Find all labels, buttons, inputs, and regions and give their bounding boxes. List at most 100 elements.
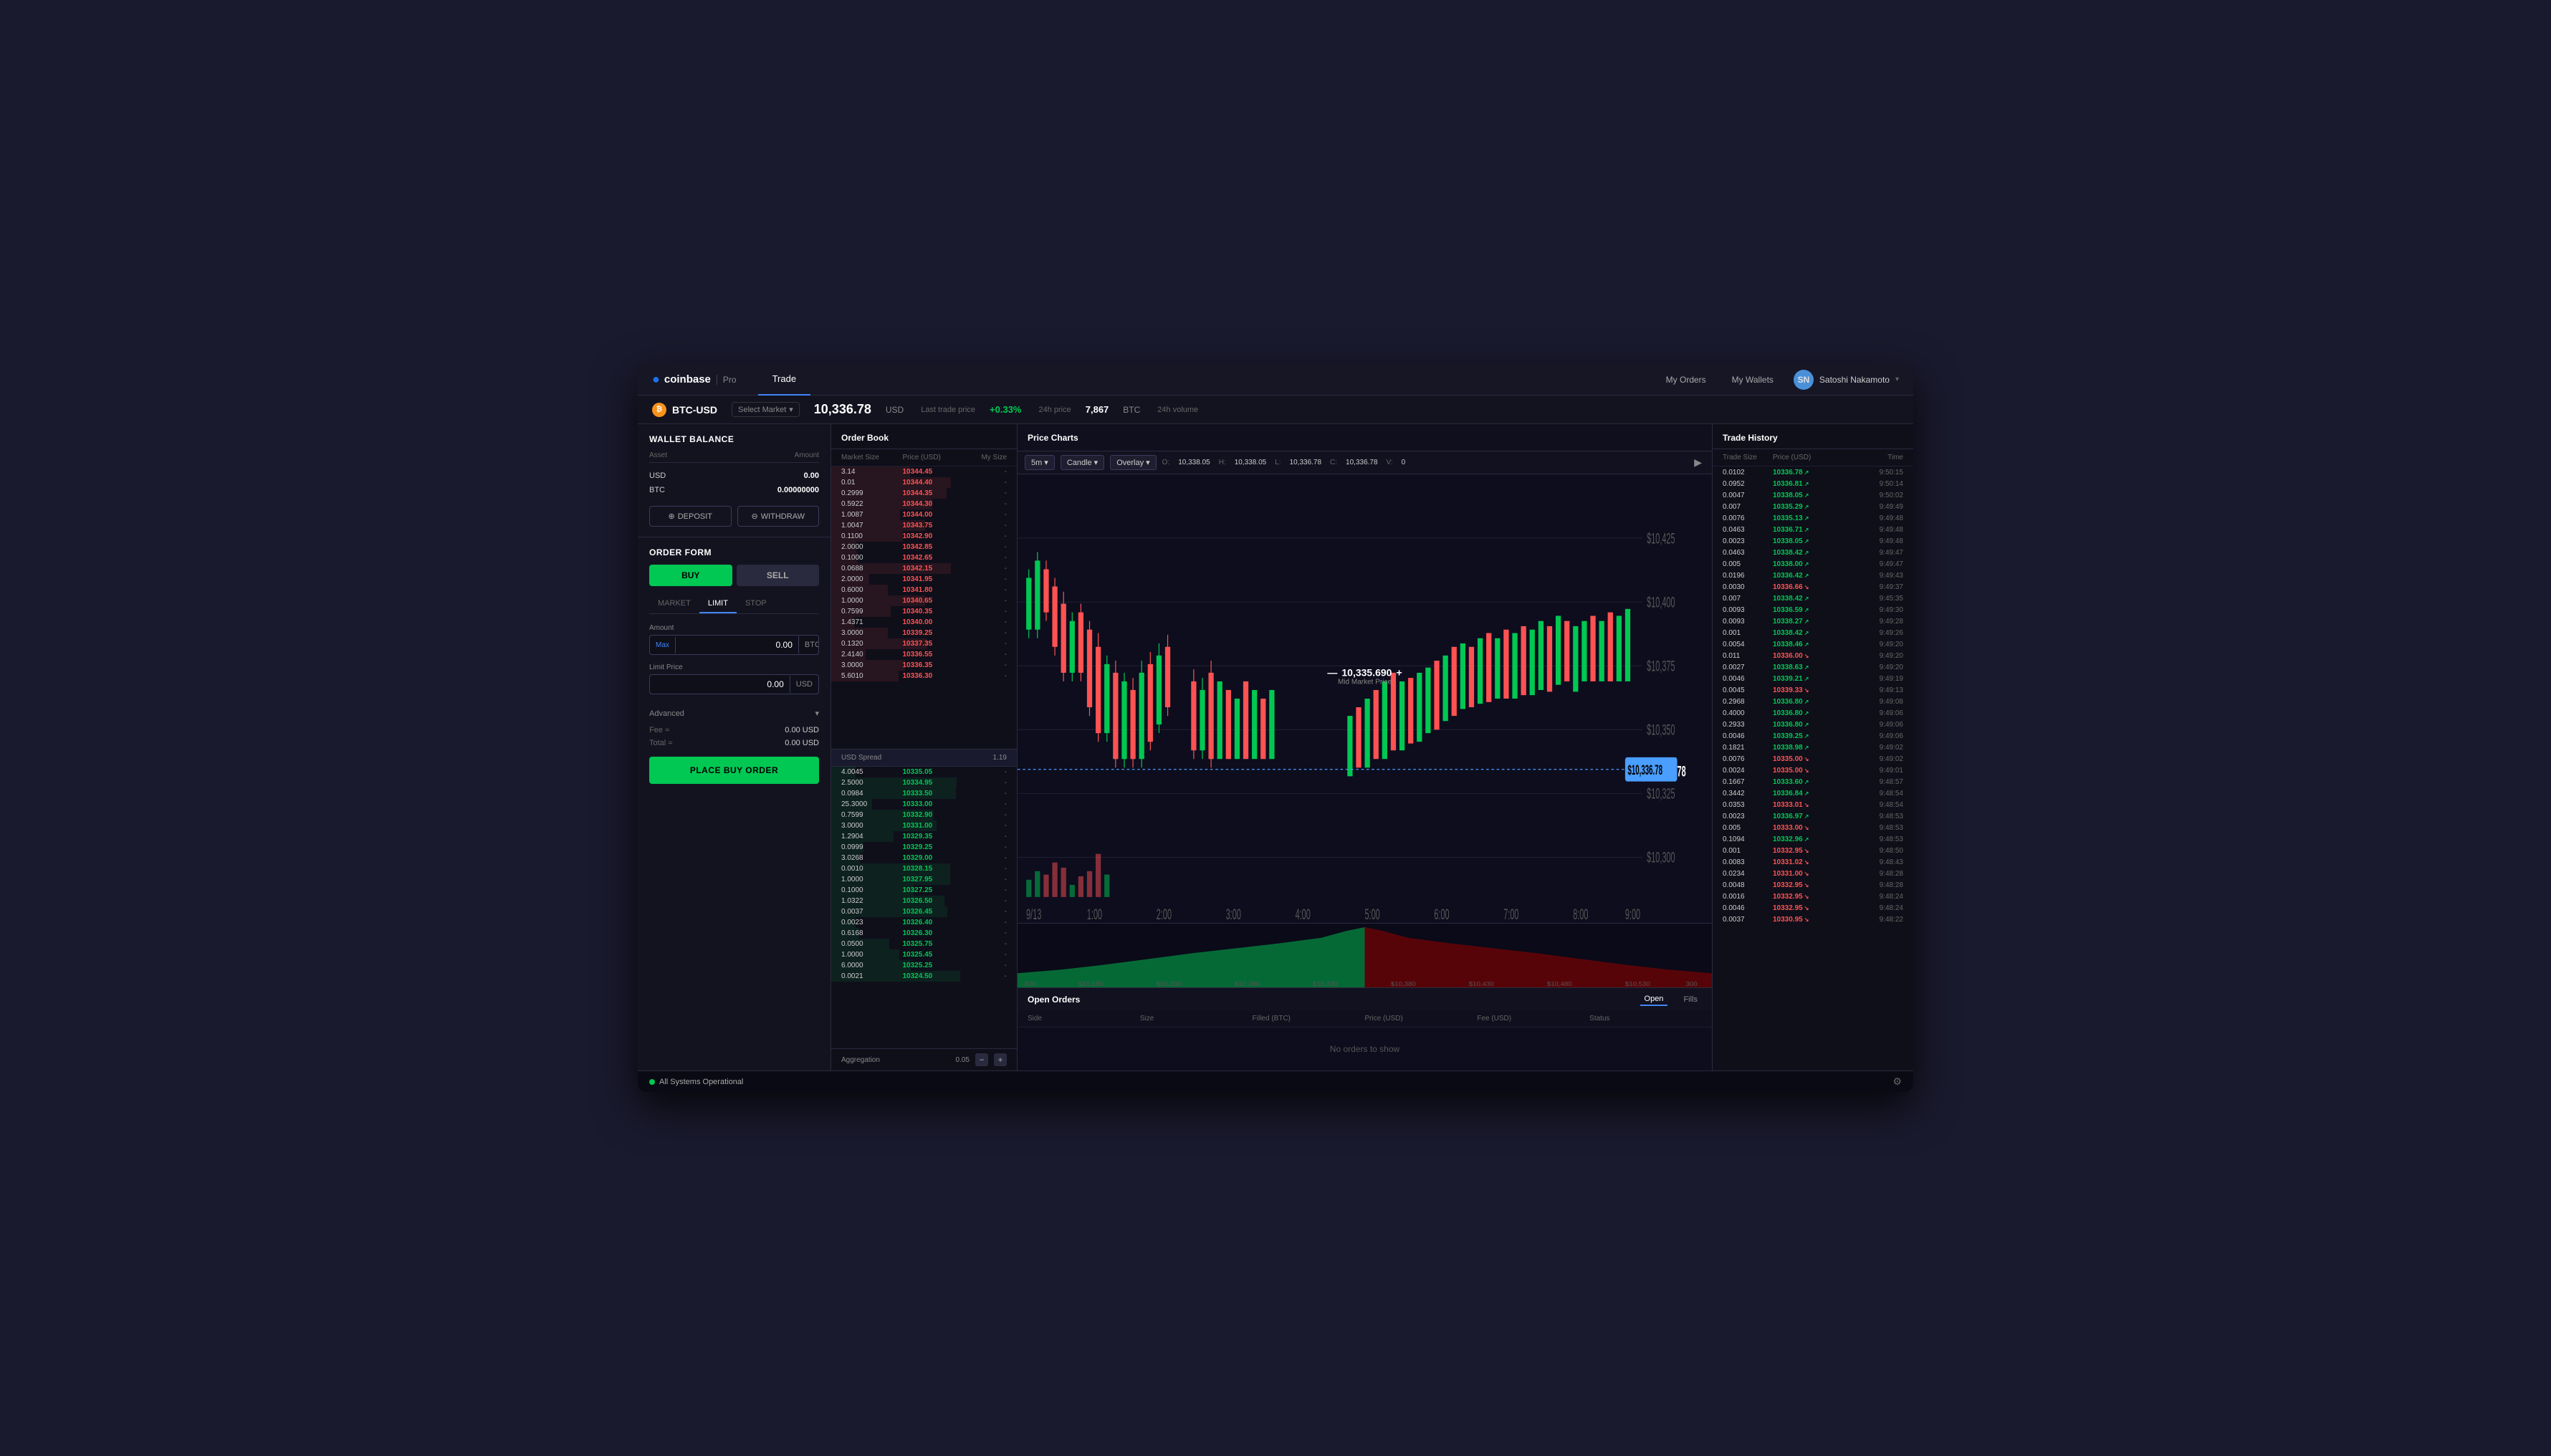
chart-type-button[interactable]: Candle ▾ — [1061, 455, 1104, 470]
order-book-bid-row: 1.2904 10329.35 - — [831, 831, 1017, 842]
balance-row-btc: BTC 0.00000000 — [649, 483, 819, 497]
chart-expand-button[interactable]: ▶ — [1691, 456, 1705, 469]
trade-history-row: 0.0023 10336.97 ↗ 9:48:53 — [1713, 810, 1913, 822]
user-menu[interactable]: SN Satoshi Nakamoto ▾ — [1794, 370, 1899, 390]
svg-text:$10,180: $10,180 — [1078, 981, 1104, 987]
agg-decrease-button[interactable]: − — [975, 1053, 988, 1066]
open-orders-empty: No orders to show — [1018, 1028, 1712, 1071]
svg-text:$10,480: $10,480 — [1547, 981, 1572, 987]
order-book-bids: 4.0045 10335.05 - 2.5000 10334.95 - 0.09… — [831, 767, 1017, 1049]
order-book-ask-row: 2.0000 10342.85 - — [831, 542, 1017, 552]
tab-stop[interactable]: STOP — [737, 595, 775, 613]
max-label[interactable]: Max — [650, 637, 676, 653]
left-panel: Wallet Balance Asset Amount USD 0.00 BTC… — [638, 424, 831, 1071]
order-book-title: Order Book — [841, 433, 1007, 443]
trade-history-row: 0.005 10338.00 ↗ 9:49:47 — [1713, 558, 1913, 570]
col-price: Price (USD) — [1364, 1015, 1477, 1022]
tab-market[interactable]: MARKET — [649, 595, 699, 613]
timeframe-button[interactable]: 5m ▾ — [1025, 455, 1055, 470]
trade-history-row: 0.0076 10335.00 ↘ 9:49:02 — [1713, 753, 1913, 765]
order-book-ask-row: 0.0688 10342.15 - — [831, 563, 1017, 574]
select-market-button[interactable]: Select Market ▾ — [732, 402, 800, 417]
plus-icon: ⊕ — [668, 512, 674, 521]
place-order-button[interactable]: PLACE BUY ORDER — [649, 757, 819, 784]
nav-tab-trade[interactable]: Trade — [758, 364, 810, 396]
svg-text:2:00: 2:00 — [1157, 905, 1172, 923]
trade-history-row: 0.2968 10336.80 ↗ 9:49:08 — [1713, 696, 1913, 707]
buy-sell-tabs: BUY SELL — [649, 565, 819, 586]
amount-group: Amount Max BTC — [649, 624, 819, 655]
overlay-button[interactable]: Overlay ▾ — [1110, 455, 1156, 470]
order-book-bid-row: 0.0500 10325.75 - — [831, 939, 1017, 949]
open-orders-header: Side Size Filled (BTC) Price (USD) Fee (… — [1018, 1010, 1712, 1028]
chevron-down-icon: ▾ — [1094, 458, 1099, 467]
chevron-down-icon: ▾ — [789, 405, 793, 414]
order-book-header: Order Book — [831, 424, 1017, 449]
buy-button[interactable]: BUY — [649, 565, 732, 586]
svg-text:$10,336.78: $10,336.78 — [1628, 763, 1662, 778]
order-book-ask-row: 0.2999 10344.35 - — [831, 488, 1017, 499]
amount-btc: 0.00000000 — [777, 486, 819, 494]
volume-currency: BTC — [1123, 405, 1140, 415]
balance-header: Asset Amount — [649, 451, 819, 463]
trade-history-row: 0.0030 10336.66 ↘ 9:49:37 — [1713, 581, 1913, 593]
col-fee: Fee (USD) — [1477, 1015, 1589, 1022]
order-book-bid-row: 0.1000 10327.25 - — [831, 885, 1017, 896]
svg-text:3:00: 3:00 — [1226, 905, 1241, 923]
nav-right: My Orders My Wallets SN Satoshi Nakamoto… — [1660, 370, 1899, 390]
wallet-balance-section: Wallet Balance Asset Amount USD 0.00 BTC… — [638, 424, 831, 537]
spread-value: 1.19 — [993, 754, 1007, 762]
fee-row: Fee ≈ 0.00 USD — [649, 724, 819, 737]
order-book-bid-row: 1.0000 10325.45 - — [831, 949, 1017, 960]
my-wallets-link[interactable]: My Wallets — [1726, 372, 1779, 388]
order-book-bid-row: 25.3000 10333.00 - — [831, 799, 1017, 810]
tab-fills[interactable]: Fills — [1679, 994, 1702, 1005]
order-book-bid-row: 3.0268 10329.00 - — [831, 853, 1017, 863]
order-book-bid-row: 0.0023 10326.40 - — [831, 917, 1017, 928]
limit-price-group: Limit Price USD — [649, 664, 819, 694]
price-chart-container: $10,425 $10,400 $10,375 $10,350 $10,336.… — [1018, 474, 1712, 923]
order-book-bid-row: 2.5000 10334.95 - — [831, 777, 1017, 788]
svg-text:-300: -300 — [1022, 981, 1035, 987]
svg-text:4:00: 4:00 — [1296, 905, 1311, 923]
order-form-title: Order Form — [649, 547, 819, 557]
trade-history-row: 0.0076 10335.13 ↗ 9:49:48 — [1713, 512, 1913, 524]
order-book-ask-row: 0.5922 10344.30 - — [831, 499, 1017, 509]
order-book-bid-row: 4.0045 10335.05 - — [831, 767, 1017, 777]
trade-history-row: 0.3442 10336.84 ↗ 9:48:54 — [1713, 787, 1913, 799]
trade-history-row: 0.007 10335.29 ↗ 9:49:49 — [1713, 501, 1913, 512]
settings-icon[interactable]: ⚙ — [1892, 1076, 1902, 1088]
tab-limit[interactable]: LIMIT — [699, 595, 737, 613]
order-book-ask-row: 1.0047 10343.75 - — [831, 520, 1017, 531]
h-value: 10,338.05 — [1235, 459, 1267, 466]
col-size: Size — [1140, 1015, 1253, 1022]
order-book-columns: Market Size Price (USD) My Size — [831, 449, 1017, 466]
depth-chart: -300 $10,180 $10,230 $10,280 $10,330 $10… — [1018, 923, 1712, 987]
trade-history-row: 0.0016 10332.95 ↘ 9:48:24 — [1713, 891, 1913, 902]
limit-price-input[interactable] — [650, 675, 790, 694]
col-asset: Asset — [649, 451, 667, 459]
l-label: L: — [1275, 459, 1281, 466]
deposit-button[interactable]: ⊕ DEPOSIT — [649, 506, 732, 527]
col-side: Side — [1028, 1015, 1140, 1022]
svg-text:300: 300 — [1686, 981, 1698, 987]
l-value: 10,336.78 — [1290, 459, 1322, 466]
trade-history-row: 0.0047 10338.05 ↗ 9:50:02 — [1713, 489, 1913, 501]
sell-button[interactable]: SELL — [737, 565, 820, 586]
advanced-toggle[interactable]: Advanced ▾ — [649, 703, 819, 724]
amount-input-row: Max BTC — [649, 635, 819, 655]
user-name: Satoshi Nakamoto — [1819, 375, 1890, 385]
logo-icon: ● — [652, 372, 660, 387]
aggregation-row: Aggregation 0.05 − + — [831, 1048, 1017, 1071]
trade-history-row: 0.0234 10331.00 ↘ 9:48:28 — [1713, 868, 1913, 879]
order-book-ask-row: 3.14 10344.45 - — [831, 466, 1017, 477]
trade-history-row: 0.0952 10336.81 ↗ 9:50:14 — [1713, 478, 1913, 489]
withdraw-button[interactable]: ⊖ WITHDRAW — [737, 506, 820, 527]
svg-text:$10,230: $10,230 — [1157, 981, 1182, 987]
amount-input[interactable] — [676, 636, 798, 654]
tab-open[interactable]: Open — [1640, 993, 1668, 1006]
agg-increase-button[interactable]: + — [994, 1053, 1007, 1066]
order-book-bid-row: 0.7599 10332.90 - — [831, 810, 1017, 820]
svg-text:$10,375: $10,375 — [1647, 656, 1675, 674]
my-orders-link[interactable]: My Orders — [1660, 372, 1712, 388]
